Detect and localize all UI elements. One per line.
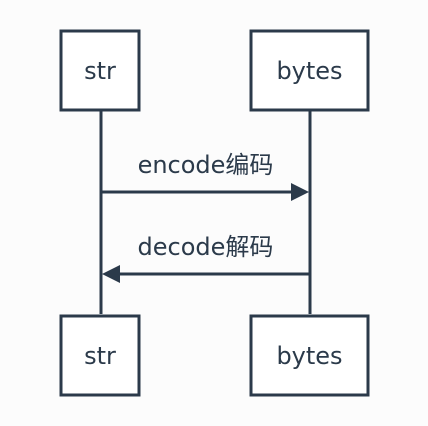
sequence-diagram: str bytes str bytes encode编码 decode解码 bbox=[0, 0, 428, 426]
encode-message-label: encode编码 bbox=[137, 150, 274, 179]
participant-label-str-bottom: str bbox=[84, 341, 116, 370]
decode-arrowhead-icon bbox=[102, 265, 120, 283]
participant-label-bytes-top: bytes bbox=[276, 56, 343, 85]
participant-label-str-top: str bbox=[84, 56, 116, 85]
participant-label-bytes-bottom: bytes bbox=[276, 341, 343, 370]
encode-arrowhead-icon bbox=[291, 183, 309, 201]
decode-message-label: decode解码 bbox=[137, 232, 274, 261]
